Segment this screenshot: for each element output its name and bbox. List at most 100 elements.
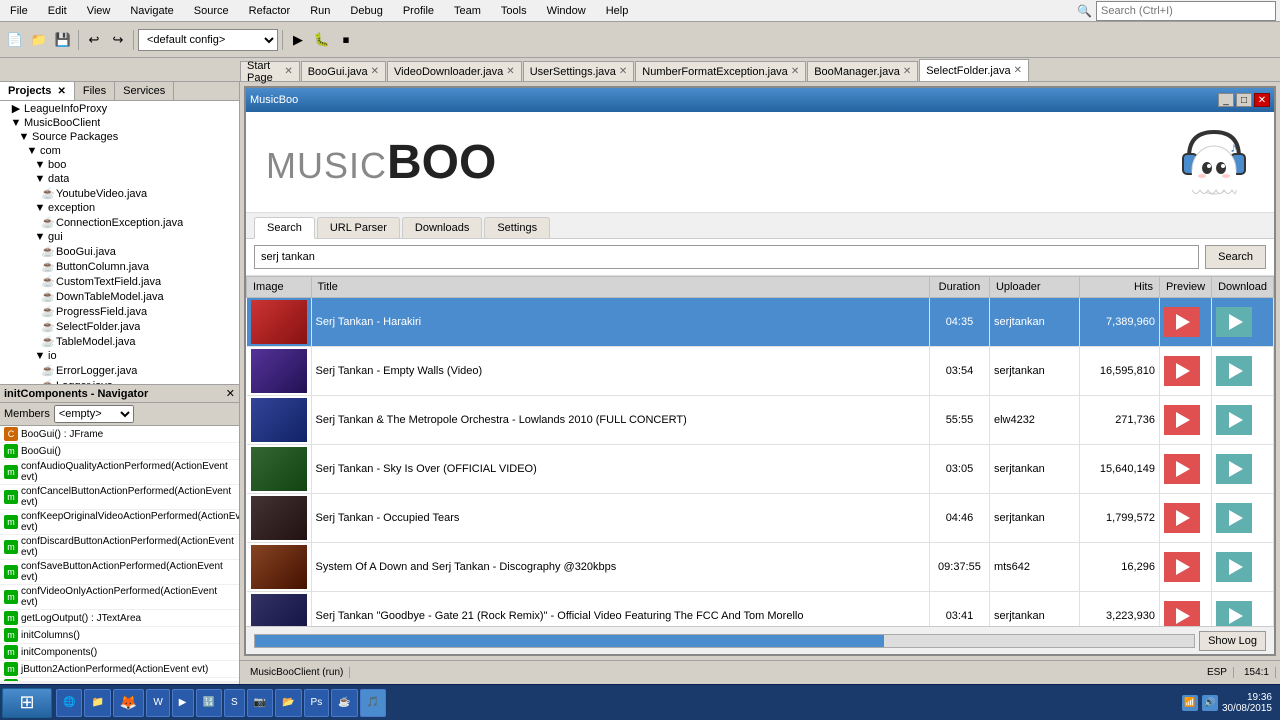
- menu-tools[interactable]: Tools: [495, 3, 533, 19]
- tree-gui[interactable]: ▼ gui: [0, 230, 239, 244]
- download-button[interactable]: [1216, 307, 1252, 337]
- taskbar-musicboo[interactable]: 🎵: [360, 689, 386, 717]
- table-row[interactable]: Serj Tankan - Empty Walls (Video)03:54se…: [247, 347, 1274, 396]
- tab-boomanager[interactable]: BooManager.java ✕: [807, 61, 918, 81]
- member-confkeep[interactable]: m confKeepOriginalVideoActionPerformed(A…: [0, 510, 239, 535]
- menu-source[interactable]: Source: [188, 3, 235, 19]
- menu-edit[interactable]: Edit: [42, 3, 73, 19]
- taskbar-explorer[interactable]: 📁: [84, 689, 110, 717]
- member-confsave[interactable]: m confSaveButtonActionPerformed(ActionEv…: [0, 560, 239, 585]
- taskbar-skype[interactable]: S: [224, 689, 245, 717]
- taskbar-ie[interactable]: 🌐: [56, 689, 82, 717]
- debug-btn[interactable]: 🐛: [311, 29, 333, 51]
- tree-leagueinfoproxy[interactable]: ▶ LeagueInfoProxy: [0, 101, 239, 116]
- menu-run[interactable]: Run: [304, 3, 336, 19]
- download-button[interactable]: [1216, 503, 1252, 533]
- tree-buttoncolumn[interactable]: ☕ ButtonColumn.java: [0, 259, 239, 274]
- preview-play-button[interactable]: [1164, 552, 1200, 582]
- preview-play-button[interactable]: [1164, 503, 1200, 533]
- member-loadsettings[interactable]: m loadSettings(): [0, 678, 239, 681]
- stop-btn[interactable]: ⏹: [335, 29, 357, 51]
- preview-play-button[interactable]: [1164, 307, 1200, 337]
- member-booguiframe[interactable]: C BooGui() : JFrame: [0, 426, 239, 443]
- tab-downloads[interactable]: Downloads: [402, 217, 482, 238]
- tree-boogui[interactable]: ☕ BooGui.java: [0, 244, 239, 259]
- tab-startpage[interactable]: Start Page ✕: [240, 61, 300, 81]
- preview-play-button[interactable]: [1164, 405, 1200, 435]
- tree-musicbooclient[interactable]: ▼ MusicBooClient: [0, 116, 239, 130]
- member-jbutton2[interactable]: m jButton2ActionPerformed(ActionEvent ev…: [0, 661, 239, 678]
- member-getlog[interactable]: m getLogOutput() : JTextArea: [0, 610, 239, 627]
- tree-youtubevideo[interactable]: ☕ YoutubeVideo.java: [0, 186, 239, 201]
- tab-settings[interactable]: Settings: [484, 217, 550, 238]
- menu-file[interactable]: File: [4, 3, 34, 19]
- save-btn[interactable]: 💾: [52, 29, 74, 51]
- show-log-button[interactable]: Show Log: [1199, 631, 1266, 651]
- menu-navigate[interactable]: Navigate: [124, 3, 179, 19]
- member-booguiconstructor[interactable]: m BooGui(): [0, 443, 239, 460]
- close-tab-boomanager[interactable]: ✕: [903, 66, 911, 77]
- member-confvideo[interactable]: m confVideoOnlyActionPerformed(ActionEve…: [0, 585, 239, 610]
- taskbar-ps[interactable]: Ps: [304, 689, 330, 717]
- members-filter-dropdown[interactable]: <empty>: [54, 405, 134, 423]
- restore-btn[interactable]: □: [1236, 93, 1252, 107]
- preview-play-button[interactable]: [1164, 454, 1200, 484]
- taskbar-photos[interactable]: 📷: [247, 689, 273, 717]
- search-button[interactable]: Search: [1205, 245, 1266, 269]
- taskbar-word[interactable]: W: [146, 689, 169, 717]
- download-button[interactable]: [1216, 356, 1252, 386]
- table-row[interactable]: Serj Tankan "Goodbye - Gate 21 (Rock Rem…: [247, 592, 1274, 627]
- member-initcolumns[interactable]: m initColumns(): [0, 627, 239, 644]
- menu-window[interactable]: Window: [541, 3, 592, 19]
- table-row[interactable]: Serj Tankan - Sky Is Over (OFFICIAL VIDE…: [247, 445, 1274, 494]
- member-confdiscard[interactable]: m confDiscardButtonActionPerformed(Actio…: [0, 535, 239, 560]
- download-button[interactable]: [1216, 601, 1252, 626]
- tree-data[interactable]: ▼ data: [0, 172, 239, 186]
- run-btn[interactable]: ▶: [287, 29, 309, 51]
- table-row[interactable]: Serj Tankan - Occupied Tears04:46serjtan…: [247, 494, 1274, 543]
- tab-boogui[interactable]: BooGui.java ✕: [301, 61, 386, 81]
- close-tab-startpage[interactable]: ✕: [284, 66, 292, 77]
- tab-numformat[interactable]: NumberFormatException.java ✕: [635, 61, 806, 81]
- start-button[interactable]: ⊞: [2, 688, 52, 718]
- table-row[interactable]: System Of A Down and Serj Tankan - Disco…: [247, 543, 1274, 592]
- tree-customtextfield[interactable]: ☕ CustomTextField.java: [0, 274, 239, 289]
- tree-tablemodel[interactable]: ☕ TableModel.java: [0, 334, 239, 349]
- search-input[interactable]: [254, 245, 1199, 269]
- taskbar-calc[interactable]: 🔢: [196, 689, 222, 717]
- taskbar-media[interactable]: ▶: [172, 689, 194, 717]
- minimize-btn[interactable]: _: [1218, 93, 1234, 107]
- members-close-btn[interactable]: ✕: [226, 387, 235, 400]
- menu-team[interactable]: Team: [448, 3, 487, 19]
- close-tab-numformat[interactable]: ✕: [791, 66, 799, 77]
- new-file-btn[interactable]: 📄: [4, 29, 26, 51]
- tree-boo[interactable]: ▼ boo: [0, 158, 239, 172]
- download-button[interactable]: [1216, 405, 1252, 435]
- close-projects[interactable]: ✕: [57, 86, 65, 97]
- tree-errorlogger[interactable]: ☕ ErrorLogger.java: [0, 363, 239, 378]
- tab-urlparser[interactable]: URL Parser: [317, 217, 400, 238]
- tab-videodownloader[interactable]: VideoDownloader.java ✕: [387, 61, 522, 81]
- preview-play-button[interactable]: [1164, 356, 1200, 386]
- table-row[interactable]: Serj Tankan & The Metropole Orchestra - …: [247, 396, 1274, 445]
- tab-search[interactable]: Search: [254, 217, 315, 239]
- tree-sourcepackages[interactable]: ▼ Source Packages: [0, 130, 239, 144]
- menu-refactor[interactable]: Refactor: [243, 3, 297, 19]
- global-search-input[interactable]: [1096, 1, 1276, 21]
- taskbar-folder[interactable]: 📂: [275, 689, 301, 717]
- tree-progressfield[interactable]: ☕ ProgressField.java: [0, 304, 239, 319]
- member-confcancel[interactable]: m confCancelButtonActionPerformed(Action…: [0, 485, 239, 510]
- table-row[interactable]: Serj Tankan - Harakiri04:35serjtankan7,3…: [247, 298, 1274, 347]
- tree-com[interactable]: ▼ com: [0, 144, 239, 158]
- close-tab-usersettings[interactable]: ✕: [619, 66, 627, 77]
- taskbar-firefox[interactable]: 🦊: [113, 689, 144, 717]
- files-tab[interactable]: Files: [75, 82, 115, 100]
- services-tab[interactable]: Services: [115, 82, 174, 100]
- redo-btn[interactable]: ↪: [107, 29, 129, 51]
- download-button[interactable]: [1216, 454, 1252, 484]
- menu-help[interactable]: Help: [600, 3, 635, 19]
- menu-debug[interactable]: Debug: [344, 3, 388, 19]
- taskbar-java[interactable]: ☕: [331, 689, 357, 717]
- tab-selectfolder[interactable]: SelectFolder.java ✕: [919, 59, 1029, 81]
- tree-selectfolder[interactable]: ☕ SelectFolder.java: [0, 319, 239, 334]
